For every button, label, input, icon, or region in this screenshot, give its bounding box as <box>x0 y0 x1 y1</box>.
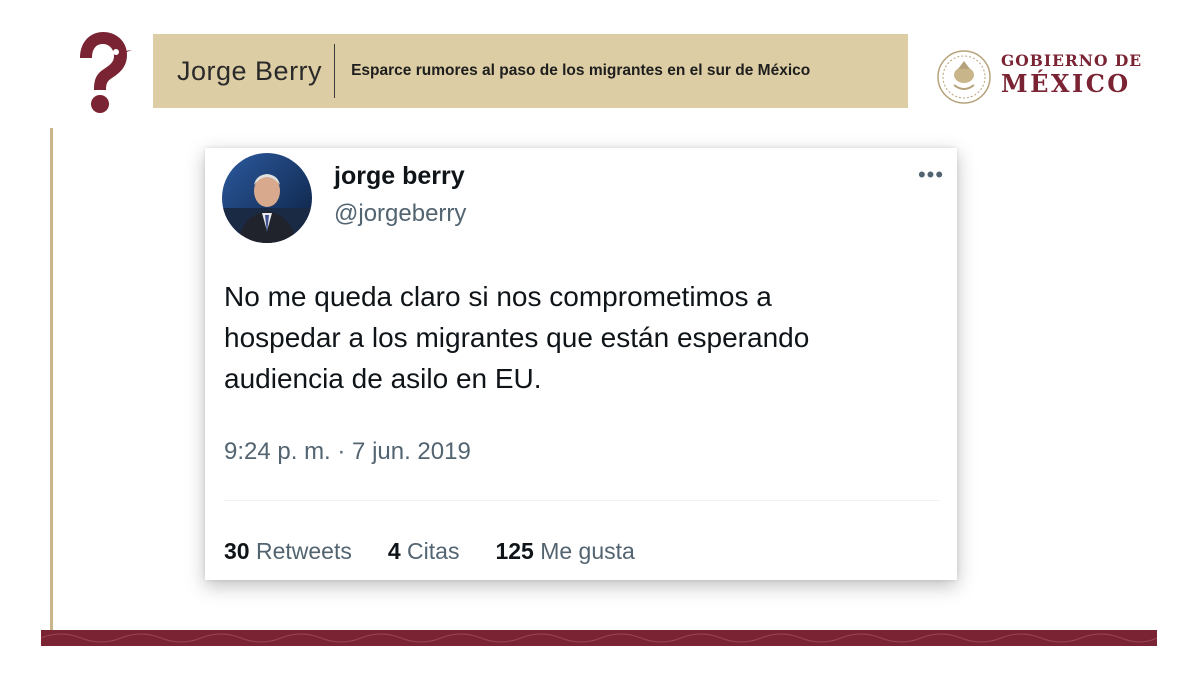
national-seal-icon <box>937 50 991 104</box>
likes-count: 125 <box>495 538 534 564</box>
tweet-card: jorge berry @jorgeberry ••• No me queda … <box>205 148 957 580</box>
header-banner: Jorge Berry Esparce rumores al paso de l… <box>153 34 908 108</box>
retweets-label: Retweets <box>255 538 352 564</box>
retweets-stat[interactable]: 30 Retweets <box>224 538 352 565</box>
tweet-stats: 30 Retweets 4 Citas 125 Me gusta <box>224 538 635 565</box>
likes-label: Me gusta <box>540 538 635 564</box>
quotes-label: Citas <box>407 538 460 564</box>
retweets-count: 30 <box>224 538 250 564</box>
divider <box>224 500 939 501</box>
more-icon[interactable]: ••• <box>913 162 949 188</box>
likes-stat[interactable]: 125 Me gusta <box>495 538 634 565</box>
header-subtitle: Esparce rumores al paso de los migrantes… <box>351 62 811 79</box>
tweet-timestamp[interactable]: 9:24 p. m. · 7 jun. 2019 <box>224 438 471 466</box>
user-handle[interactable]: @jorgeberry <box>334 200 466 228</box>
gov-line1: GOBIERNO DE <box>1001 51 1143 70</box>
decorative-band <box>41 630 1157 646</box>
gov-line2: MÉXICO <box>1001 68 1131 98</box>
question-mark-icon <box>80 32 132 113</box>
left-rule <box>50 128 53 630</box>
quotes-stat[interactable]: 4 Citas <box>388 538 460 565</box>
tweet-text: No me queda claro si nos comprometimos a… <box>224 281 810 394</box>
avatar[interactable] <box>222 153 312 243</box>
government-logo: GOBIERNO DE MÉXICO <box>1001 53 1142 96</box>
quotes-count: 4 <box>387 538 401 564</box>
display-name[interactable]: jorge berry <box>334 162 465 191</box>
header-name: Jorge Berry <box>177 55 323 86</box>
